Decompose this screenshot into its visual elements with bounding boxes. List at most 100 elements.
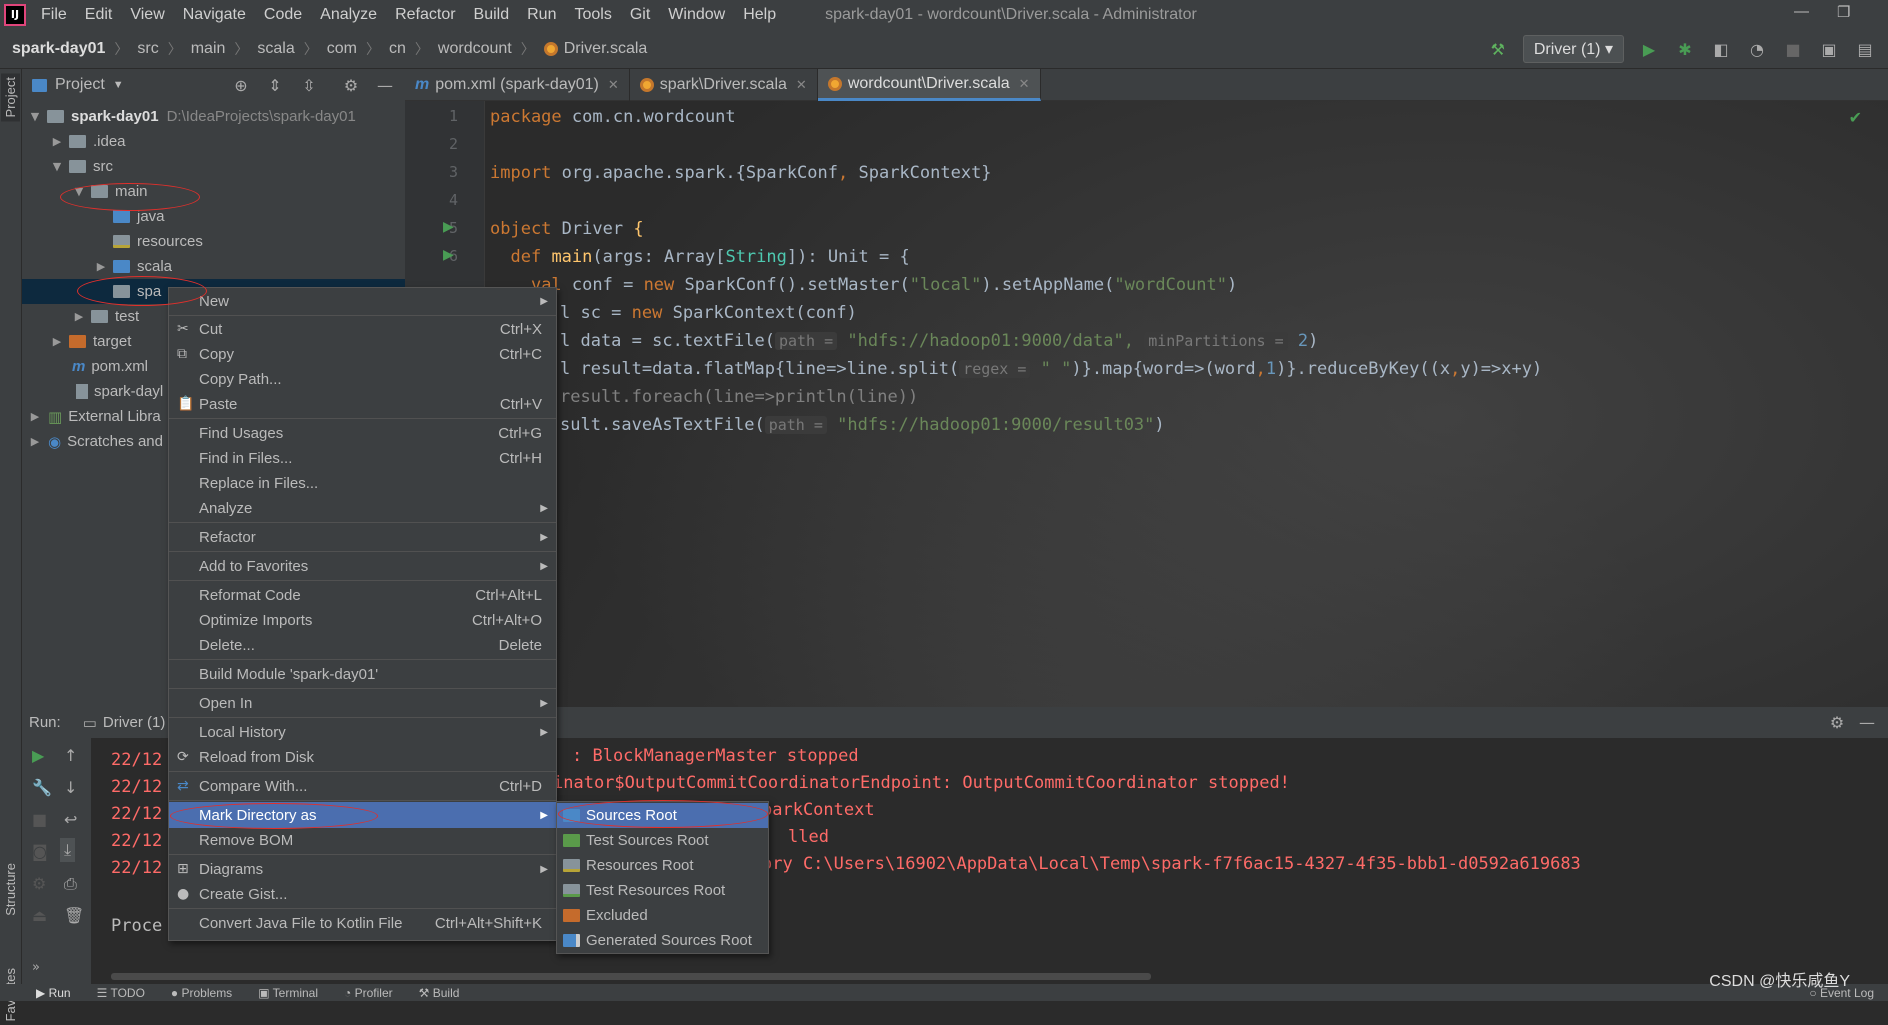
print-icon[interactable]: ⎙ — [64, 874, 77, 894]
profile-icon[interactable]: ◔ — [1746, 38, 1768, 60]
chevron-down-icon[interactable]: ▼ — [28, 110, 42, 123]
breadcrumb-wordcount[interactable]: wordcount — [438, 40, 512, 58]
menu-item-local-history[interactable]: Local History ▶ — [169, 720, 556, 744]
build-hammer-icon[interactable]: ⚒ — [1487, 38, 1509, 60]
menu-item-remove-bom[interactable]: Remove BOM — [169, 828, 556, 852]
menu-git[interactable]: Git — [621, 6, 659, 24]
submenu-item-excluded[interactable]: Excluded — [557, 903, 768, 928]
restore-icon[interactable]: ❐ — [1837, 3, 1850, 21]
tab-pom[interactable]: m pom.xml (spark-day01) ✕ — [405, 69, 630, 101]
menu-item-build-module[interactable]: Build Module 'spark-day01' — [169, 662, 556, 686]
status-tab-problems[interactable]: ● Problems — [171, 986, 232, 1000]
minimize-icon[interactable]: — — [1794, 3, 1809, 20]
rerun-icon[interactable]: ▶ — [32, 746, 44, 765]
coverage-icon[interactable]: ◧ — [1710, 38, 1732, 60]
hide-icon[interactable]: — — [1856, 712, 1878, 734]
exit-icon[interactable]: ⏏ — [32, 906, 47, 925]
menu-navigate[interactable]: Navigate — [174, 6, 255, 24]
tree-item-resources[interactable]: resources — [22, 229, 405, 254]
tree-item-spark-day01[interactable]: ▼ spark-day01 D:\IdeaProjects\spark-day01 — [22, 104, 405, 129]
inspection-ok-icon[interactable]: ✔ — [1849, 108, 1862, 127]
hide-icon[interactable]: — — [374, 74, 396, 96]
run-config-select[interactable]: Driver (1) ▾ — [1522, 35, 1624, 63]
menu-view[interactable]: View — [121, 6, 173, 24]
chevron-right-icon[interactable]: ▶ — [50, 135, 64, 148]
chevron-right-icon[interactable]: ▶ — [94, 260, 108, 273]
submenu-item-test-resources-root[interactable]: Test Resources Root — [557, 878, 768, 903]
run-gutter-icon[interactable]: ▶ — [443, 247, 454, 263]
breadcrumb-project[interactable]: spark-day01 — [12, 40, 105, 58]
more-icon[interactable]: » — [32, 960, 40, 975]
up-arrow-icon[interactable]: ↑ — [64, 746, 77, 765]
submenu-item-generated-sources-root[interactable]: Generated Sources Root — [557, 928, 768, 953]
status-tab-terminal[interactable]: ▣ Terminal — [258, 986, 318, 1000]
breadcrumb-file[interactable]: Driver.scala — [564, 40, 648, 58]
locate-icon[interactable]: ⊕ — [230, 74, 252, 96]
expand-all-icon[interactable]: ⇕ — [264, 74, 286, 96]
breadcrumb-src[interactable]: src — [137, 40, 158, 58]
menu-item-optimize-imports[interactable]: Optimize Imports Ctrl+Alt+O — [169, 608, 556, 632]
menu-item-add-to-favorites[interactable]: Add to Favorites ▶ — [169, 554, 556, 578]
breadcrumb-scala[interactable]: scala — [257, 40, 294, 58]
settings-icon[interactable]: ⚙ — [32, 874, 46, 893]
menu-analyze[interactable]: Analyze — [311, 6, 386, 24]
tree-item-scala[interactable]: ▶ scala — [22, 254, 405, 279]
run-icon[interactable]: ▶ — [1638, 38, 1660, 60]
chevron-right-icon[interactable]: ▶ — [72, 310, 86, 323]
chevron-right-icon[interactable]: ▶ — [28, 410, 42, 423]
status-tab-build[interactable]: ⚒ Build — [419, 986, 460, 1000]
tree-item-idea[interactable]: ▶ .idea — [22, 129, 405, 154]
close-icon[interactable]: ✕ — [608, 77, 619, 93]
menu-item-cut[interactable]: ✂ Cut Ctrl+X — [169, 317, 556, 341]
menu-tools[interactable]: Tools — [565, 6, 620, 24]
tab-spark-driver[interactable]: spark\Driver.scala ✕ — [630, 69, 818, 101]
down-arrow-icon[interactable]: ↓ — [64, 778, 77, 797]
menu-item-create-gist[interactable]: ● Create Gist... — [169, 882, 556, 906]
menu-item-diagrams[interactable]: ⊞ Diagrams ▶ — [169, 857, 556, 881]
stop-icon[interactable]: ■ — [1782, 38, 1804, 60]
menu-item-convert-to-kotlin[interactable]: Convert Java File to Kotlin File Ctrl+Alt… — [169, 911, 556, 935]
run-tab-driver[interactable]: Driver (1) — [103, 714, 166, 731]
menu-run[interactable]: Run — [518, 6, 565, 24]
menu-refactor[interactable]: Refactor — [386, 6, 464, 24]
tree-item-src[interactable]: ▼ src — [22, 154, 405, 179]
tree-item-main[interactable]: ▼ main — [22, 179, 405, 204]
chevron-down-icon[interactable]: ▼ — [113, 79, 124, 91]
menu-item-analyze[interactable]: Analyze ▶ — [169, 496, 556, 520]
gear-icon[interactable]: ⚙ — [340, 74, 362, 96]
trash-icon[interactable]: 🗑 — [64, 906, 84, 925]
submenu-item-sources-root[interactable]: Sources Root — [557, 803, 768, 828]
menu-build[interactable]: Build — [465, 6, 519, 24]
menu-item-copy[interactable]: ⧉ Copy Ctrl+C — [169, 342, 556, 366]
layout-icon[interactable]: ▤ — [1854, 38, 1876, 60]
menu-file[interactable]: File — [32, 6, 76, 24]
close-icon[interactable]: ✕ — [1019, 76, 1030, 92]
chevron-down-icon[interactable]: ▼ — [72, 185, 86, 198]
project-panel-title[interactable]: Project — [55, 76, 105, 94]
menu-item-replace-in-files[interactable]: Replace in Files... — [169, 471, 556, 495]
camera-icon[interactable]: ◙ — [32, 842, 48, 861]
menu-item-find-in-files[interactable]: Find in Files... Ctrl+H — [169, 446, 556, 470]
menu-edit[interactable]: Edit — [76, 6, 122, 24]
menu-item-delete[interactable]: Delete... Delete — [169, 633, 556, 657]
status-tab-todo[interactable]: ☰ TODO — [97, 986, 145, 1000]
status-tab-profiler[interactable]: ◔ Profiler — [344, 986, 393, 1000]
run-gutter-icon[interactable]: ▶ — [443, 219, 454, 235]
menu-item-paste[interactable]: 📋 Paste Ctrl+V — [169, 392, 556, 416]
scroll-to-end-icon[interactable]: ⤓ — [60, 838, 76, 862]
submenu-item-test-sources-root[interactable]: Test Sources Root — [557, 828, 768, 853]
chevron-right-icon[interactable]: ▶ — [50, 335, 64, 348]
collapse-all-icon[interactable]: ⇳ — [298, 74, 320, 96]
submenu-item-resources-root[interactable]: Resources Root — [557, 853, 768, 878]
menu-item-open-in[interactable]: Open In ▶ — [169, 691, 556, 715]
project-structure-icon[interactable]: ▣ — [1818, 38, 1840, 60]
menu-item-reformat-code[interactable]: Reformat Code Ctrl+Alt+L — [169, 583, 556, 607]
menu-item-reload-from-disk[interactable]: ⟳ Reload from Disk — [169, 745, 556, 769]
breadcrumb-cn[interactable]: cn — [389, 40, 406, 58]
menu-item-find-usages[interactable]: Find Usages Ctrl+G — [169, 421, 556, 445]
breadcrumb-com[interactable]: com — [327, 40, 357, 58]
chevron-down-icon[interactable]: ▼ — [50, 160, 64, 173]
menu-help[interactable]: Help — [734, 6, 785, 24]
status-tab-run[interactable]: ▶ Run — [36, 986, 71, 1000]
menu-item-refactor[interactable]: Refactor ▶ — [169, 525, 556, 549]
